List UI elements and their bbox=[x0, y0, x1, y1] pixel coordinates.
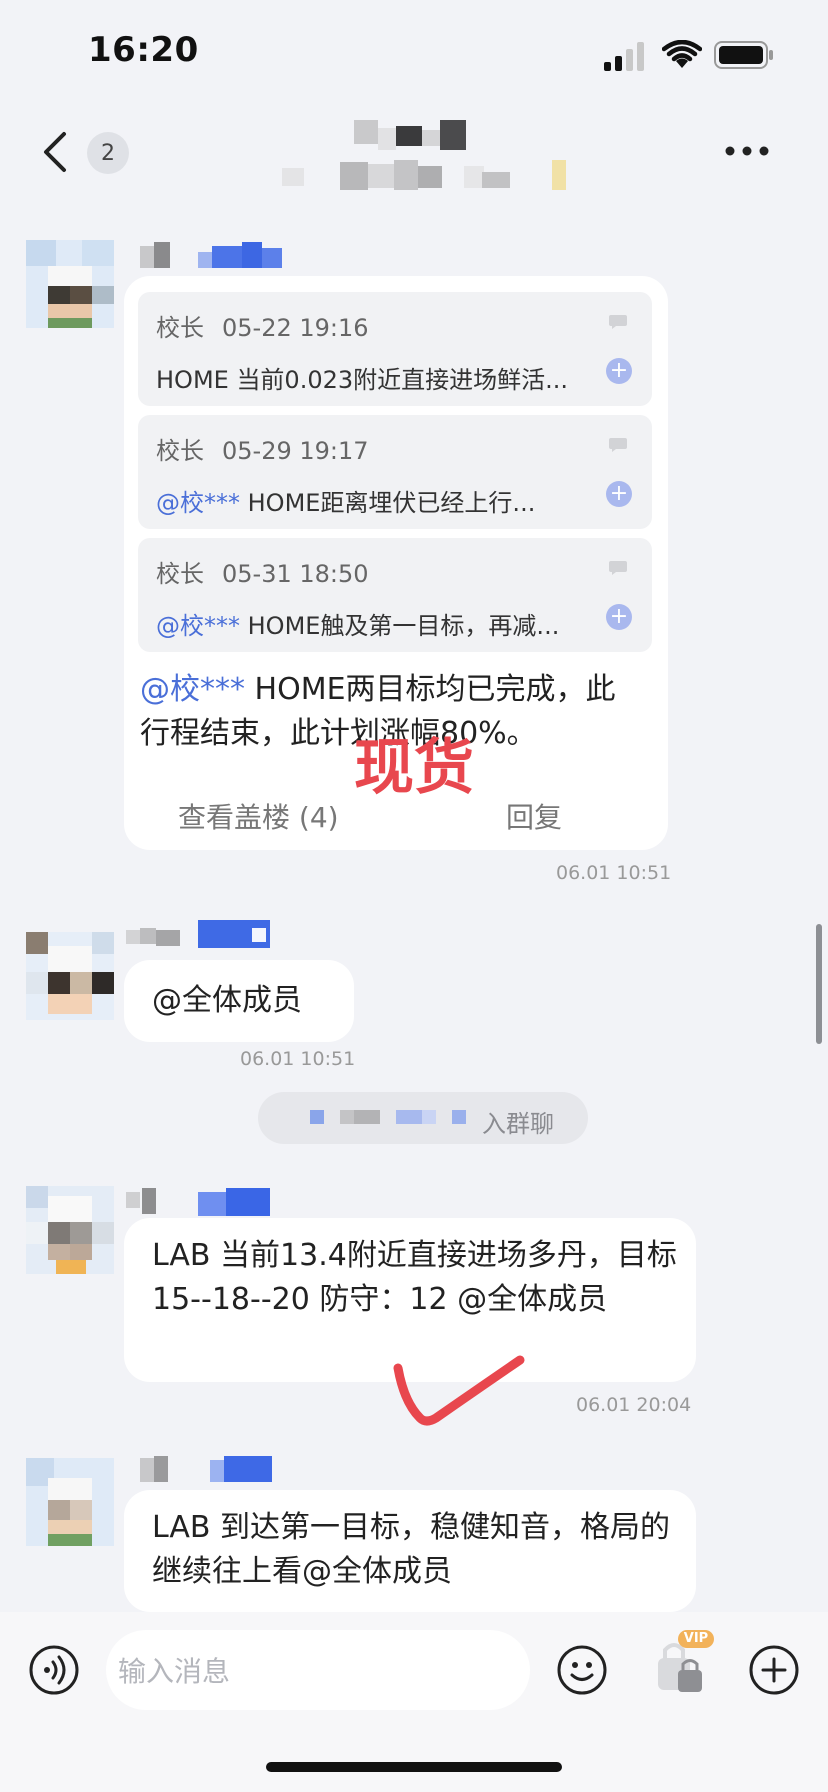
quote-time: 05-31 18:50 bbox=[222, 560, 369, 588]
sender-name-blurred bbox=[140, 1456, 290, 1484]
emoji-icon bbox=[557, 1645, 607, 1695]
voice-icon bbox=[29, 1645, 79, 1695]
message-bubble[interactable]: @全体成员 bbox=[124, 960, 354, 1042]
quoted-post-1[interactable]: 校长 05-22 19:16 HOME 当前0.023附近直接进场鲜活... + bbox=[138, 292, 652, 406]
avatar[interactable] bbox=[26, 1458, 114, 1546]
avatar[interactable] bbox=[26, 1186, 114, 1274]
overlay-annotation-text: 现货 bbox=[354, 733, 474, 803]
add-attachment-button[interactable] bbox=[748, 1644, 800, 1700]
avatar[interactable] bbox=[26, 932, 114, 1020]
message-timestamp: 06.01 20:04 bbox=[576, 1394, 692, 1416]
sender-name-blurred bbox=[126, 920, 286, 948]
comment-icon bbox=[609, 561, 627, 575]
quote-text: HOME 当前0.023附近直接进场鲜活... bbox=[156, 366, 569, 394]
plus-icon bbox=[749, 1645, 799, 1695]
quote-time: 05-29 19:17 bbox=[222, 437, 369, 465]
expand-plus-icon[interactable]: + bbox=[606, 604, 632, 630]
vip-feature-button[interactable]: VIP bbox=[652, 1628, 722, 1700]
red-checkmark-annotation bbox=[393, 1355, 525, 1426]
home-indicator bbox=[266, 1762, 562, 1772]
message-input-placeholder: 输入消息 bbox=[118, 1655, 231, 1688]
more-options-button[interactable] bbox=[722, 138, 772, 164]
chevron-left-icon bbox=[44, 132, 66, 172]
quoted-post-3[interactable]: 校长 05-31 18:50 @校*** HOME触及第一目标，再减... + bbox=[138, 538, 652, 652]
mention[interactable]: @校*** bbox=[156, 489, 240, 517]
unread-badge[interactable]: 2 bbox=[87, 132, 129, 174]
view-replies-button[interactable]: 查看盖楼 (4) bbox=[178, 796, 339, 836]
system-notice: 入群聊 bbox=[258, 1092, 588, 1144]
message-input[interactable]: 输入消息 bbox=[106, 1630, 530, 1710]
mention[interactable]: @校*** bbox=[156, 612, 240, 640]
sender-name-blurred bbox=[126, 1188, 286, 1216]
message-text: LAB 到达第一目标，稳健知音，格局的继续往上看@全体成员 bbox=[152, 1510, 671, 1589]
message-bubble[interactable]: LAB 到达第一目标，稳健知音，格局的继续往上看@全体成员 bbox=[124, 1490, 696, 1612]
battery-icon bbox=[714, 41, 773, 69]
back-button[interactable] bbox=[36, 128, 76, 176]
scrollbar[interactable] bbox=[816, 924, 822, 1044]
thread-message-bubble[interactable]: 校长 05-22 19:16 HOME 当前0.023附近直接进场鲜活... + … bbox=[124, 276, 668, 850]
comment-icon bbox=[609, 438, 627, 452]
comment-icon bbox=[609, 315, 627, 329]
expand-plus-icon[interactable]: + bbox=[606, 358, 632, 384]
quote-author: 校长 bbox=[156, 314, 204, 342]
wifi-icon bbox=[662, 40, 702, 68]
voice-input-button[interactable] bbox=[28, 1644, 80, 1700]
message-text: LAB 当前13.4附近直接进场多丹，目标15--18--20 防守：12 @全… bbox=[152, 1238, 677, 1317]
avatar[interactable] bbox=[26, 240, 114, 328]
system-notice-text: 入群聊 bbox=[482, 1110, 554, 1138]
mention[interactable]: @校*** bbox=[140, 672, 245, 707]
quote-author: 校长 bbox=[156, 437, 204, 465]
reply-button[interactable]: 回复 bbox=[506, 796, 562, 836]
vip-badge: VIP bbox=[678, 1630, 714, 1648]
quote-author: 校长 bbox=[156, 560, 204, 588]
message-text: @全体成员 bbox=[152, 983, 302, 1018]
expand-plus-icon[interactable]: + bbox=[606, 481, 632, 507]
group-title-blurred bbox=[282, 110, 582, 200]
message-timestamp: 06.01 10:51 bbox=[556, 862, 672, 884]
message-timestamp: 06.01 10:51 bbox=[240, 1048, 356, 1070]
more-dots-icon bbox=[725, 146, 769, 156]
system-notice-blurred-name bbox=[310, 1110, 480, 1126]
signal-icon bbox=[604, 42, 644, 71]
quote-time: 05-22 19:16 bbox=[222, 314, 369, 342]
sender-name-blurred bbox=[140, 242, 290, 270]
quote-text: HOME触及第一目标，再减... bbox=[240, 612, 560, 640]
status-time: 16:20 bbox=[88, 30, 199, 70]
quote-text: HOME距离埋伏已经上行... bbox=[240, 489, 536, 517]
emoji-button[interactable] bbox=[556, 1644, 608, 1700]
quoted-post-2[interactable]: 校长 05-29 19:17 @校*** HOME距离埋伏已经上行... + bbox=[138, 415, 652, 529]
